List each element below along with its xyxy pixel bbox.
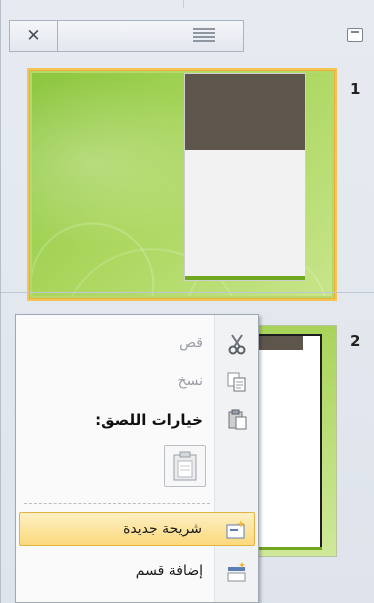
menu-item-label: شريحة جديدة [123, 521, 202, 537]
minimize-icon[interactable] [347, 28, 363, 42]
close-pane-button[interactable]: ✕ [10, 21, 58, 51]
clipboard-icon [226, 409, 248, 431]
copy-icon [226, 371, 248, 393]
slide-thumbnail-1[interactable] [27, 68, 337, 301]
slide-accent-line [257, 547, 322, 550]
menu-item-label: قص [179, 335, 203, 351]
scissors-icon [226, 333, 248, 355]
slides-pane: ✕ 1 2 قص نسخ خيارات اللصق: شريحة جديدة إ… [0, 0, 374, 603]
menu-item-new-slide[interactable]: شريحة جديدة [19, 512, 255, 546]
paste-keep-text-icon [173, 451, 197, 481]
outline-icon [193, 28, 215, 30]
slide-content-card [257, 334, 322, 549]
menu-separator [24, 503, 210, 504]
menu-item-cut[interactable]: قص [19, 327, 255, 361]
menu-item-label: نسخ [177, 373, 203, 389]
paste-option-button[interactable] [164, 445, 206, 487]
paste-options-heading: خيارات اللصق: [19, 403, 255, 437]
slide-accent-line [185, 276, 305, 280]
menu-item-copy[interactable]: نسخ [19, 365, 255, 399]
add-section-icon [226, 561, 248, 583]
slide-title-band [185, 74, 305, 150]
slide-content-card [184, 73, 306, 281]
slide-number-1: 1 [350, 80, 361, 98]
close-icon: ✕ [26, 26, 41, 46]
menu-item-add-section[interactable]: إضافة قسم [19, 555, 255, 589]
pane-tab-strip: ✕ [9, 20, 244, 52]
slide-number-2: 2 [350, 332, 361, 350]
context-menu: قص نسخ خيارات اللصق: شريحة جديدة إضافة ق… [15, 314, 259, 603]
slide-title-band [257, 336, 303, 350]
top-divider [183, 0, 184, 8]
outline-tab[interactable] [193, 28, 215, 44]
new-slide-icon [225, 519, 247, 541]
slide-divider [1, 292, 374, 293]
menu-item-label: خيارات اللصق: [95, 411, 203, 429]
menu-item-label: إضافة قسم [135, 563, 203, 579]
slide-thumbnail-2[interactable] [256, 325, 337, 557]
